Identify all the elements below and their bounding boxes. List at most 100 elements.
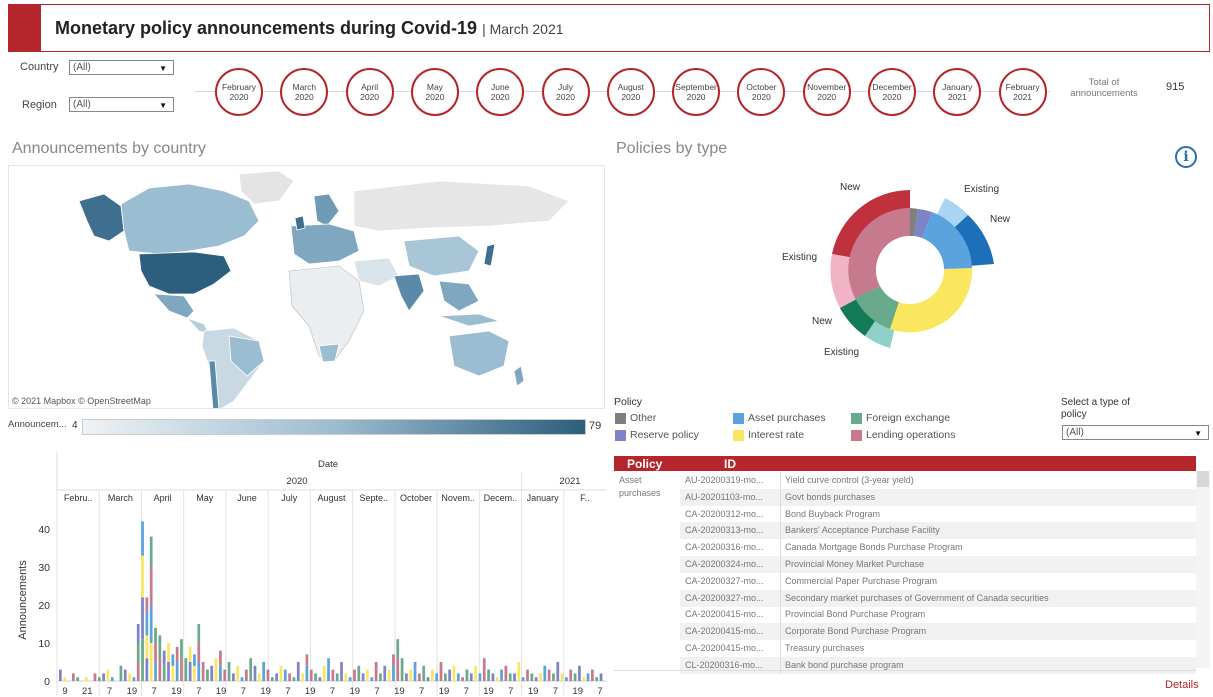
chart-bar[interactable] <box>314 673 317 681</box>
chart-bar[interactable] <box>219 665 222 681</box>
table-row[interactable]: CA-20200312-mo... Bond Buyback Program <box>680 505 1196 523</box>
chart-bar[interactable] <box>270 677 274 681</box>
chart-bar[interactable] <box>461 677 464 681</box>
chart-bar[interactable] <box>275 673 278 681</box>
chart-bar[interactable] <box>305 665 309 681</box>
chart-bar[interactable] <box>327 658 330 681</box>
chart-bar[interactable] <box>387 669 391 681</box>
chart-bar[interactable] <box>145 635 149 659</box>
chart-bar[interactable] <box>184 658 188 681</box>
chart-bar[interactable] <box>335 673 339 681</box>
chart-bar[interactable] <box>370 677 374 681</box>
chart-bar[interactable] <box>392 654 395 666</box>
chart-bar[interactable] <box>167 643 170 662</box>
chart-bar[interactable] <box>158 658 162 681</box>
chart-bar[interactable] <box>569 669 573 681</box>
chart-bar[interactable] <box>136 643 140 662</box>
chart-bar[interactable] <box>361 673 365 681</box>
chart-bar[interactable] <box>517 662 521 681</box>
table-row[interactable]: AU-20201103-mo... Govt bonds purchases <box>680 488 1196 506</box>
policy-legend-item[interactable]: Other <box>615 412 656 424</box>
table-row[interactable]: CA-20200415-mo... Corporate Bond Purchase… <box>680 623 1196 641</box>
chart-bar[interactable] <box>582 677 586 681</box>
month-button[interactable]: July 2020 <box>541 68 590 116</box>
chart-bar[interactable] <box>435 673 439 681</box>
chart-bar[interactable] <box>141 597 144 640</box>
chart-bar[interactable] <box>171 665 175 681</box>
chart-bar[interactable] <box>180 658 183 681</box>
month-button[interactable]: November 2020 <box>802 68 851 116</box>
chart-bar[interactable] <box>210 665 214 681</box>
chart-bar[interactable] <box>418 673 421 681</box>
chart-bar[interactable] <box>448 669 452 681</box>
chart-bar[interactable] <box>149 536 153 567</box>
chart-bar[interactable] <box>521 677 525 681</box>
chart-bar[interactable] <box>154 662 157 681</box>
region-select[interactable]: (All) ▼ <box>69 97 174 112</box>
chart-bar[interactable] <box>257 673 261 681</box>
policy-legend-item[interactable]: Lending operations <box>851 429 955 441</box>
chart-bar[interactable] <box>556 662 560 681</box>
chart-bar[interactable] <box>106 669 110 681</box>
month-button[interactable]: June 2020 <box>476 68 525 116</box>
chart-bar[interactable] <box>240 677 244 681</box>
chart-bar[interactable] <box>197 662 201 681</box>
table-row[interactable]: CA-20200415-mo... Provincial Bond Purchas… <box>680 606 1196 624</box>
policy-type-select[interactable]: (All) ▼ <box>1062 425 1209 440</box>
chart-bar[interactable] <box>474 665 477 681</box>
chart-bar[interactable] <box>348 677 352 681</box>
chart-bar[interactable] <box>344 673 348 681</box>
chart-bar[interactable] <box>586 673 590 681</box>
chart-bar[interactable] <box>383 665 387 681</box>
month-button[interactable]: January 2021 <box>933 68 982 116</box>
chart-bar[interactable] <box>141 555 144 598</box>
chart-bar[interactable] <box>357 665 361 681</box>
chart-bar[interactable] <box>573 673 577 681</box>
chart-bar[interactable] <box>167 662 170 681</box>
month-button[interactable]: March 2020 <box>280 68 329 116</box>
policies-sunburst[interactable]: New Existing New Existing New Existing <box>770 170 1030 370</box>
chart-bar[interactable] <box>145 658 149 681</box>
chart-bar[interactable] <box>539 673 542 681</box>
chart-bar[interactable] <box>469 673 473 681</box>
month-button[interactable]: May 2020 <box>410 68 459 116</box>
chart-bar[interactable] <box>491 673 495 681</box>
country-select[interactable]: (All) ▼ <box>69 60 174 75</box>
chart-bar[interactable] <box>426 677 430 681</box>
chart-bar[interactable] <box>154 627 157 643</box>
chart-bar[interactable] <box>244 669 248 681</box>
chart-bar[interactable] <box>288 673 291 681</box>
chart-bar[interactable] <box>201 662 205 681</box>
info-icon[interactable]: i <box>1175 146 1197 168</box>
chart-bar[interactable] <box>292 677 296 681</box>
chart-bar[interactable] <box>71 673 75 681</box>
month-button[interactable]: September 2020 <box>672 68 721 116</box>
chart-bar[interactable] <box>227 662 231 681</box>
chart-bar[interactable] <box>262 662 266 681</box>
chart-bar[interactable] <box>443 673 447 681</box>
chart-bar[interactable] <box>175 662 179 681</box>
chart-bar[interactable] <box>543 665 547 681</box>
chart-bar[interactable] <box>392 665 395 681</box>
month-button[interactable]: August 2020 <box>606 68 655 116</box>
chart-bar[interactable] <box>149 567 153 605</box>
chart-bar[interactable] <box>366 669 369 681</box>
chart-bar[interactable] <box>63 677 67 681</box>
chart-bar[interactable] <box>136 624 140 643</box>
chart-bar[interactable] <box>508 673 512 681</box>
chart-bar[interactable] <box>305 654 309 666</box>
chart-bar[interactable] <box>180 639 183 659</box>
chart-bar[interactable] <box>188 662 192 681</box>
chart-bar[interactable] <box>353 669 356 681</box>
chart-bar[interactable] <box>223 669 227 681</box>
chart-bar[interactable] <box>396 658 400 681</box>
chart-bar[interactable] <box>193 654 196 666</box>
chart-bar[interactable] <box>145 597 149 613</box>
table-row[interactable]: CA-20200415-mo... Treasury purchases <box>680 640 1196 657</box>
month-button[interactable]: December 2020 <box>868 68 916 116</box>
chart-bar[interactable] <box>318 677 322 681</box>
chart-bar[interactable] <box>232 673 235 681</box>
chart-bar[interactable] <box>84 677 88 681</box>
chart-bar[interactable] <box>430 669 434 681</box>
table-row[interactable]: CL-20200316-mo... Bank bond purchase prog… <box>680 656 1196 674</box>
